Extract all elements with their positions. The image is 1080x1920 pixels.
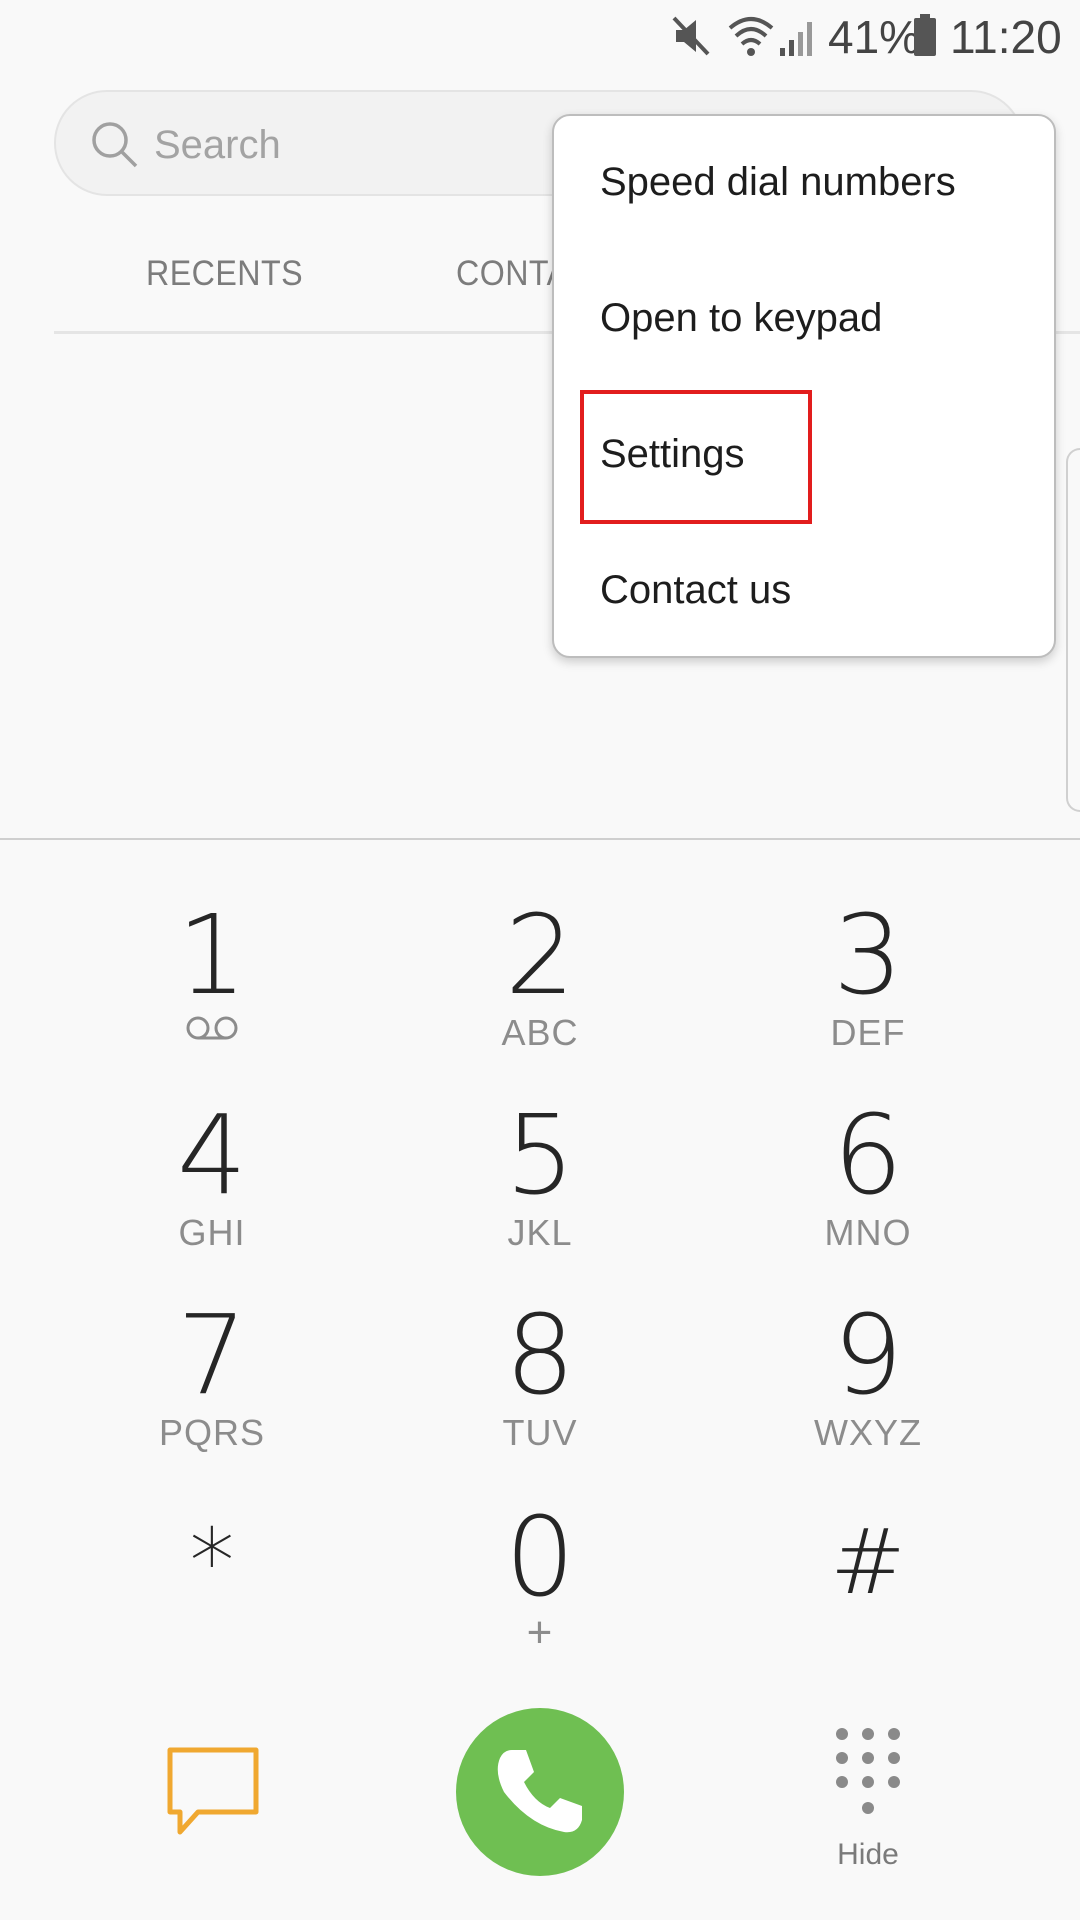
menu-item-contact-us[interactable]: Contact us [554,524,1054,660]
key-letters: JKL [507,1212,573,1253]
key-digit: 7 [177,1291,247,1419]
key-digit: 1 [177,891,247,1019]
message-button[interactable] [164,1744,264,1840]
key-digit: * [189,1510,235,1615]
key-7[interactable]: 7 PQRS [62,1292,362,1492]
key-3[interactable]: 3 DEF [718,892,1018,1092]
key-letters: ABC [501,1012,579,1053]
mute-icon [672,14,712,63]
key-letters: + [526,1608,554,1657]
menu-item-label: Speed dial numbers [600,160,956,204]
search-icon [90,120,140,175]
menu-item-speed-dial[interactable]: Speed dial numbers [554,116,1054,252]
keypad-icon [818,1728,918,1838]
voicemail-icon [62,1014,362,1047]
menu-item-label: Open to keypad [600,296,883,340]
key-digit: 6 [833,1091,903,1219]
key-8[interactable]: 8 TUV [390,1292,690,1492]
key-9[interactable]: 9 WXYZ [718,1292,1018,1492]
key-6[interactable]: 6 MNO [718,1092,1018,1292]
key-digit: 8 [505,1291,575,1419]
call-button[interactable] [456,1708,624,1876]
settings-highlight-box [580,390,812,524]
key-2[interactable]: 2 ABC [390,892,690,1092]
key-letters: TUV [502,1412,578,1453]
key-letters: PQRS [158,1412,266,1453]
key-1[interactable]: 1 [62,892,362,1092]
tab-recents[interactable]: RECENTS [146,254,303,294]
key-letters: DEF [830,1012,906,1053]
key-letters: MNO [824,1212,912,1253]
key-letters: WXYZ [814,1412,922,1453]
wifi-icon [726,14,776,63]
key-digit: 3 [833,891,903,1019]
message-icon [164,1747,264,1844]
hide-keypad-button[interactable]: Hide [818,1724,918,1884]
clock: 11:20 [950,11,1062,63]
key-digit: # [830,1510,906,1615]
key-hash[interactable]: # [718,1500,1018,1700]
key-star[interactable]: * [62,1500,362,1700]
menu-item-open-to-keypad[interactable]: Open to keypad [554,252,1054,388]
key-letters: GHI [178,1212,246,1253]
battery-icon [912,14,938,63]
key-digit: 4 [177,1091,247,1219]
dialer-screen: 41% 11:20 RECENTS CONTA 1 [0,0,1080,1920]
key-0[interactable]: 0 + [390,1494,690,1694]
status-bar: 41% 11:20 [0,0,1080,76]
edge-panel-handle[interactable] [1066,448,1080,812]
key-digit: 5 [505,1091,575,1219]
key-4[interactable]: 4 GHI [62,1092,362,1292]
key-digit: 9 [833,1291,903,1419]
key-digit: 2 [505,891,575,1019]
battery-percent: 41% [828,11,921,63]
key-digit: 0 [505,1493,575,1621]
overflow-menu: Speed dial numbers Open to keypad Settin… [552,114,1056,658]
keypad-divider [0,838,1080,840]
hide-label: Hide [837,1838,899,1871]
key-5[interactable]: 5 JKL [390,1092,690,1292]
menu-item-label: Contact us [600,568,792,612]
signal-icon [778,14,818,63]
